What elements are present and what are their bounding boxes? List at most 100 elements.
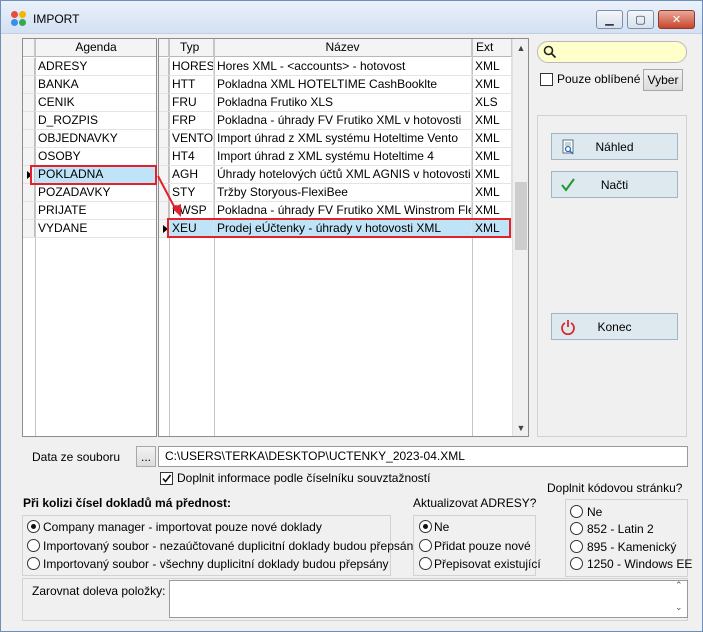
zarovnat-label: Zarovnat doleva položky: [32,584,166,598]
zarovnat-scroll-up-icon[interactable]: ⌃ [675,580,683,591]
type-row-ext[interactable]: XML [472,76,512,94]
agenda-row-d_rozpis[interactable]: D_ROZPIS [35,112,156,130]
scroll-thumb[interactable] [515,182,527,250]
type-row-typ[interactable]: HT4 [169,148,214,166]
col-header-nazev[interactable]: Název [214,39,472,57]
type-row-nazev[interactable]: Import úhrad z XML systému Hoteltime 4 [214,148,472,166]
type-row-indicator [159,112,169,130]
type-indicator-header [159,39,169,57]
adresy-radio-1[interactable] [419,539,432,552]
pouze-oblibene-checkbox[interactable] [540,73,553,86]
nacti-label: Načti [600,178,629,192]
type-row-ext[interactable]: XML [472,184,512,202]
kolize-title: Při kolizi čísel dokladů má přednost: [23,496,232,510]
adresy-option-0: Ne [434,520,450,534]
actions-panel [537,115,687,437]
agenda-row-banka[interactable]: BANKA [35,76,156,94]
adresy-radio-0[interactable] [419,520,432,533]
file-path-input[interactable]: C:\USERS\TERKA\DESKTOP\UCTENKY_2023-04.X… [158,446,688,467]
type-row-nazev[interactable]: Hores XML - <accounts> - hotovost [214,58,472,76]
konec-label: Konec [597,320,632,334]
kolize-radio-1[interactable] [27,539,40,552]
type-row-ext[interactable]: XML [472,58,512,76]
col-header-ext[interactable]: Ext [472,39,512,57]
col-header-typ[interactable]: Typ [169,39,214,57]
vyber-button[interactable]: Vyber [643,69,683,91]
app-icon [11,11,27,27]
type-row-ext[interactable]: XML [472,166,512,184]
kod-radio-3[interactable] [570,557,583,570]
kod-option-3: 1250 - Windows EE [587,557,693,571]
search-icon [543,45,557,59]
type-row-nazev[interactable]: Import úhrad z XML systému Hoteltime Ven… [214,130,472,148]
kod-radio-0[interactable] [570,505,583,518]
type-row-ext[interactable]: XML [472,148,512,166]
agenda-row-indicator [23,148,35,166]
agenda-row-adresy[interactable]: ADRESY [35,58,156,76]
type-row-nazev[interactable]: Úhrady hotelových účtů XML AGNIS v hotov… [214,166,472,184]
kod-option-0: Ne [587,505,603,519]
type-row-nazev[interactable]: Tržby Storyous-FlexiBee [214,184,472,202]
agenda-indicator-header [23,39,35,57]
kodova-stranka-title: Doplnit kódovou stránku? [547,481,683,495]
zarovnat-scroll-down-icon[interactable]: ⌄ [675,602,683,613]
zarovnat-input[interactable] [169,580,688,618]
type-grid-scrollbar[interactable]: ▲ ▼ [512,39,528,436]
agenda-row-objednavky[interactable]: OBJEDNAVKY [35,130,156,148]
agenda-row-indicator [23,112,35,130]
type-row-indicator [159,148,169,166]
agenda-row-cenik[interactable]: CENIK [35,94,156,112]
agenda-row-vydane[interactable]: VYDANE [35,220,156,238]
agenda-row-indicator [23,94,35,112]
type-row-typ[interactable]: HORES [169,58,214,76]
data-ze-souboru-label: Data ze souboru [32,450,121,464]
type-row-nazev[interactable]: Pokladna - úhrady FV Frutiko XML v hotov… [214,112,472,130]
nahled-button[interactable]: Náhled [551,133,678,160]
browse-button[interactable]: ... [136,446,156,467]
pointer-arrow [157,175,181,217]
pouze-oblibene-label: Pouze oblíbené [557,72,641,86]
type-row-typ[interactable]: HTT [169,76,214,94]
agenda-row-indicator [23,202,35,220]
type-row-typ[interactable]: VENTO [169,130,214,148]
agenda-row-indicator [23,220,35,238]
type-row-ext[interactable]: XLS [472,94,512,112]
kod-radio-1[interactable] [570,522,583,535]
title-bar[interactable]: IMPORT ▁ ▢ ✕ [1,1,702,34]
type-row-ext[interactable]: XML [472,112,512,130]
agenda-row-pozadavky[interactable]: POZADAVKY [35,184,156,202]
doplnit-info-label: Doplnit informace podle číselníku souvzt… [177,471,431,485]
agenda-row-indicator [23,58,35,76]
minimize-button[interactable]: ▁ [596,10,623,29]
search-input[interactable] [537,41,687,63]
kolize-radio-2[interactable] [27,557,40,570]
type-row-nazev[interactable]: Pokladna Frutiko XLS [214,94,472,112]
type-row-typ[interactable]: FRP [169,112,214,130]
agenda-grid[interactable]: Agenda ADRESY BANKA CENIK D_ROZPIS OBJEDNAVK… [22,38,157,437]
agenda-row-prijate[interactable]: PRIJATE [35,202,156,220]
window-title: IMPORT [33,12,80,26]
agenda-row-indicator [23,76,35,94]
konec-button[interactable]: Konec [551,313,678,340]
close-button[interactable]: ✕ [658,10,695,29]
nacti-button[interactable]: Načti [551,171,678,198]
type-row-ext[interactable]: XML [472,130,512,148]
doplnit-info-checkbox[interactable] [160,472,173,485]
type-row-indicator [159,130,169,148]
adresy-title: Aktualizovat ADRESY? [413,496,537,510]
adresy-option-2: Přepisovat existující [434,557,541,571]
agenda-row-indicator [23,184,35,202]
agenda-row-osoby[interactable]: OSOBY [35,148,156,166]
nahled-label: Náhled [595,140,634,154]
agenda-row-indicator [23,130,35,148]
type-row-nazev[interactable]: Pokladna XML HOTELTIME CashBooklte [214,76,472,94]
adresy-radio-2[interactable] [419,557,432,570]
maximize-button[interactable]: ▢ [627,10,654,29]
kod-radio-2[interactable] [570,540,583,553]
type-row-typ[interactable]: FRU [169,94,214,112]
scroll-up-icon[interactable]: ▲ [513,39,528,56]
checkmark-icon [162,474,172,483]
scroll-down-icon[interactable]: ▼ [513,419,528,436]
kolize-radio-0[interactable] [27,520,40,533]
minimize-icon: ▁ [605,14,614,26]
